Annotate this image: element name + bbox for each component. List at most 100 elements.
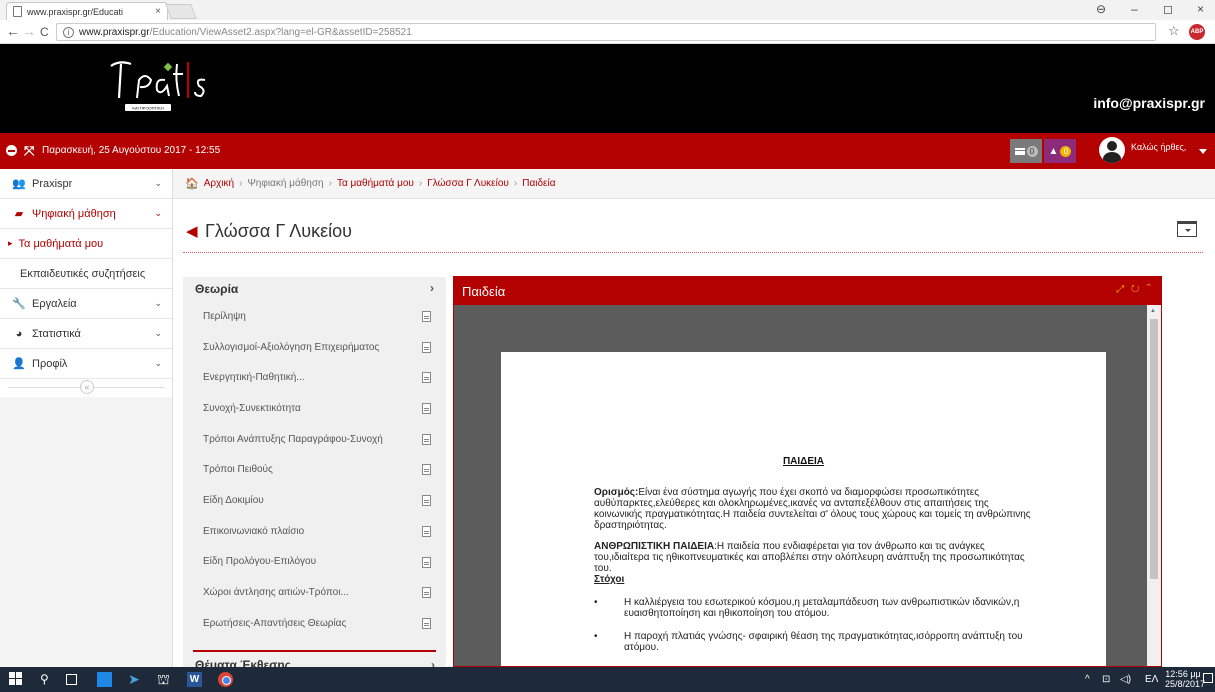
- info-icon[interactable]: i: [63, 26, 74, 38]
- chevron-right-icon: ›: [431, 658, 435, 667]
- window-close-button[interactable]: ×: [1197, 2, 1204, 16]
- account-icon[interactable]: ⊖: [1096, 2, 1106, 16]
- humanistic-paragraph: ΑΝΘΡΩΠΙΣΤΙΚΗ ΠΑΙΔΕΙΑ:Η παιδεία που ενδια…: [594, 541, 1039, 574]
- reload-button[interactable]: C: [40, 25, 49, 39]
- document-viewer: Παιδεία ⤢ ↻ ⌃ ΠΑΙΔΕΙΑ Ορισμός:Είναι ένα …: [453, 276, 1162, 667]
- sidebar-item-label: Praxispr: [32, 177, 73, 190]
- tray-caret-icon[interactable]: ^: [1085, 674, 1090, 685]
- theory-item[interactable]: Συνοχή-Συνεκτικότητα: [183, 393, 446, 424]
- word-icon[interactable]: W: [187, 672, 202, 687]
- search-icon[interactable]: ⚲: [40, 672, 55, 687]
- document-icon: [422, 617, 431, 629]
- viewer-title: Παιδεία: [462, 284, 506, 299]
- task-view-icon[interactable]: [66, 674, 77, 685]
- theory-item[interactable]: Τρόποι Ανάπτυξης Παραγράφου-Συνοχή: [183, 424, 446, 455]
- viewer-body[interactable]: ΠΑΙΔΕΙΑ Ορισμός:Είναι ένα σύστημα αγωγής…: [454, 305, 1161, 666]
- current-date: Παρασκευή, 25 Αυγούστου 2017 - 12:55: [42, 145, 221, 156]
- theory-header[interactable]: Θεωρία ›: [183, 277, 446, 301]
- bookmark-star-icon[interactable]: ☆: [1168, 23, 1180, 39]
- bullet-icon: ▸: [8, 238, 13, 248]
- store-icon[interactable]: ⛫: [157, 672, 172, 687]
- definition-paragraph: Ορισμός:Είναι ένα σύστημα αγωγής που έχε…: [594, 487, 1039, 531]
- new-tab-button[interactable]: [165, 4, 197, 19]
- book-icon: ▰: [14, 208, 24, 220]
- sidebar-item-praxispr[interactable]: 👥 Praxispr ⌄: [0, 169, 172, 199]
- theory-item[interactable]: Συλλογισμοί-Αξιολόγηση Επιχειρήματος: [183, 332, 446, 363]
- notifications-badge: 0: [1060, 145, 1072, 157]
- theory-item[interactable]: Ενεργητική-Παθητική...: [183, 362, 446, 393]
- desktop-app-icon[interactable]: [97, 672, 112, 687]
- viewer-tools-icons[interactable]: ⤢ ↻ ⌃: [1116, 284, 1153, 295]
- messages-badge: 0: [1026, 145, 1038, 157]
- goals-list: Η καλλιέργεια του εσωτερικού κόσμου,η με…: [594, 597, 1039, 653]
- windows-start-icon[interactable]: [9, 672, 24, 687]
- user-menu-caret-icon[interactable]: [1199, 149, 1207, 154]
- home-icon[interactable]: 🏠: [185, 177, 199, 190]
- goals-label: Στόχοι: [594, 574, 625, 585]
- collapse-sidebar-icon[interactable]: «: [80, 380, 94, 394]
- theory-header-label: Θεωρία: [195, 282, 239, 296]
- fullscreen-icon[interactable]: ⤧: [24, 144, 34, 157]
- theory-item[interactable]: Επικοινωνιακό πλαίσιο: [183, 516, 446, 547]
- praxis-logo[interactable]: ΚΑΙ ΠΡΟΟΠΤΙΚΗ: [105, 50, 225, 125]
- user-avatar[interactable]: [1099, 137, 1125, 163]
- app-icon[interactable]: ➤: [128, 672, 143, 687]
- theory-next-section[interactable]: Θέματα Έκθεσης ›: [195, 658, 435, 667]
- forward-button[interactable]: →: [22, 23, 36, 39]
- sidebar-item-discussions[interactable]: Εκπαιδευτικές συζητήσεις: [0, 259, 172, 289]
- document-icon: [422, 403, 431, 415]
- scroll-up-icon[interactable]: ▲: [1150, 308, 1156, 314]
- back-arrow-icon[interactable]: ◀: [186, 222, 198, 240]
- messages-button[interactable]: 0: [1010, 139, 1042, 163]
- sidebar: 👥 Praxispr ⌄ ▰ Ψηφιακή μάθηση ⌄ ▸ Τα μαθ…: [0, 169, 173, 667]
- theory-item[interactable]: Χώροι άντλησης αιτιών-Τρόποι...: [183, 577, 446, 608]
- chevron-down-icon: ⌄: [154, 298, 162, 308]
- back-button[interactable]: ←: [6, 23, 20, 39]
- viewer-scrollbar[interactable]: ▲: [1147, 305, 1161, 666]
- language-indicator[interactable]: ΕΛ: [1145, 674, 1158, 685]
- network-icon[interactable]: ⊡: [1102, 674, 1110, 685]
- sidebar-item-my-courses[interactable]: ▸ Τα μαθήματά μου: [0, 229, 172, 259]
- url-field[interactable]: i www.praxispr.gr/Education/ViewAsset2.a…: [56, 23, 1156, 41]
- presentation-icon[interactable]: [1177, 221, 1197, 237]
- document-icon: [422, 556, 431, 568]
- sidebar-item-statistics[interactable]: ◕ Στατιστικά ⌄: [0, 319, 172, 349]
- theory-item[interactable]: Περίληψη: [183, 301, 446, 332]
- sidebar-item-tools[interactable]: 🔧 Εργαλεία ⌄: [0, 289, 172, 319]
- taskbar-clock[interactable]: 12:56 μμ 25/8/2017: [1165, 669, 1205, 689]
- contact-email[interactable]: info@praxispr.gr: [1093, 95, 1205, 111]
- minus-circle-icon[interactable]: [6, 145, 17, 156]
- notification-center-icon[interactable]: [1203, 673, 1213, 683]
- theory-item[interactable]: Τρόποι Πειθούς: [183, 454, 446, 485]
- tab-close-icon[interactable]: ×: [155, 6, 161, 17]
- breadcrumb-digital-learning[interactable]: Ψηφιακή μάθηση: [247, 178, 323, 189]
- top-bar: ⤧ Παρασκευή, 25 Αυγούστου 2017 - 12:55 0…: [0, 133, 1215, 169]
- breadcrumb-my-courses[interactable]: Τα μαθήματά μου: [337, 178, 414, 189]
- browser-tab[interactable]: www.praxispr.gr/Educati ×: [6, 2, 168, 20]
- theory-panel: Θεωρία › Περίληψη Συλλογισμοί-Αξιολόγηση…: [183, 277, 446, 667]
- document-icon: [422, 587, 431, 599]
- theory-item-label: Ερωτήσεις-Απαντήσεις Θεωρίας: [203, 617, 347, 629]
- adblock-extension-icon[interactable]: ABP: [1189, 24, 1205, 40]
- next-section-label: Θέματα Έκθεσης: [195, 658, 291, 667]
- divider: [193, 650, 436, 652]
- breadcrumb-home[interactable]: Αρχική: [204, 178, 234, 189]
- sidebar-item-digital-learning[interactable]: ▰ Ψηφιακή μάθηση ⌄: [0, 199, 172, 229]
- theory-item[interactable]: Είδη Δοκιμίου: [183, 485, 446, 516]
- theory-item[interactable]: Ερωτήσεις-Απαντήσεις Θεωρίας: [183, 608, 446, 639]
- scrollbar-thumb[interactable]: [1150, 319, 1158, 579]
- volume-icon[interactable]: ◁): [1120, 674, 1131, 685]
- site-header: ΚΑΙ ΠΡΟΟΠΤΙΚΗ info@praxispr.gr: [0, 44, 1215, 133]
- sidebar-item-profile[interactable]: 👤 Προφίλ ⌄: [0, 349, 172, 379]
- minimize-button[interactable]: –: [1131, 2, 1138, 16]
- notifications-button[interactable]: ▲ 0: [1044, 139, 1076, 163]
- breadcrumb-course[interactable]: Γλώσσα Γ Λυκείου: [427, 178, 509, 189]
- chrome-icon[interactable]: [218, 672, 233, 687]
- bell-icon: ▲: [1048, 145, 1059, 157]
- theory-item-label: Χώροι άντλησης αιτιών-Τρόποι...: [203, 587, 349, 599]
- theory-item[interactable]: Είδη Προλόγου-Επιλόγου: [183, 547, 446, 578]
- maximize-button[interactable]: ◻: [1163, 2, 1173, 16]
- document-icon: [422, 464, 431, 476]
- greeting-text[interactable]: Καλώς ήρθες,: [1131, 142, 1186, 152]
- clock-time: 12:56 μμ: [1165, 669, 1201, 679]
